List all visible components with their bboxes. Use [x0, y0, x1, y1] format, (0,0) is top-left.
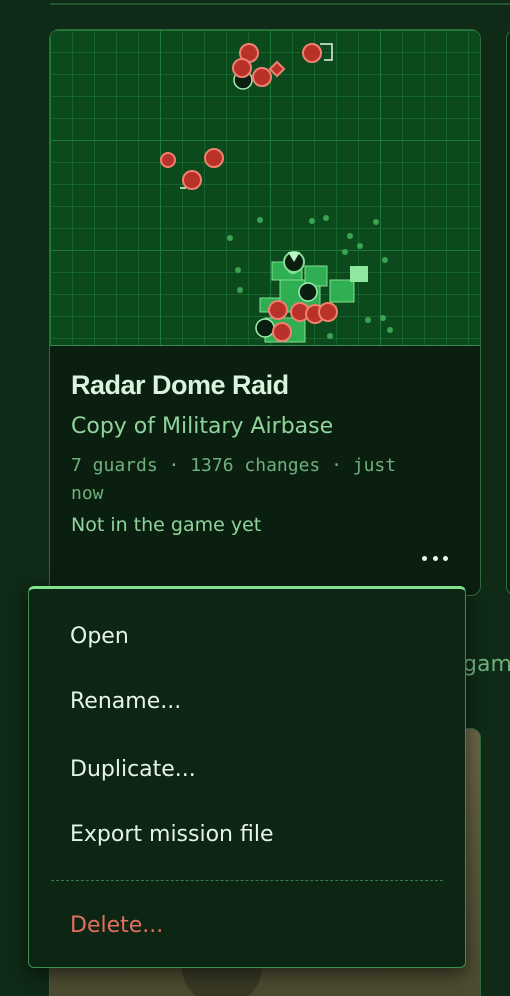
mission-status: Not in the game yet — [71, 514, 262, 536]
section-divider — [50, 3, 510, 5]
adjacent-card-text: gam — [463, 652, 510, 677]
mission-map-thumbnail — [50, 30, 480, 346]
menu-item-open[interactable]: Open — [70, 622, 129, 652]
adjacent-mission-card[interactable] — [506, 29, 510, 596]
menu-divider — [51, 880, 443, 881]
menu-item-rename[interactable]: Rename... — [70, 687, 181, 717]
dot-icon — [422, 555, 427, 561]
menu-item-duplicate[interactable]: Duplicate... — [70, 755, 196, 785]
menu-item-delete[interactable]: Delete... — [70, 911, 163, 941]
mission-meta: 7 guards · 1376 changes · just now — [71, 455, 397, 504]
map-markers — [160, 43, 393, 343]
mission-title: Radar Dome Raid — [71, 370, 289, 400]
mission-card[interactable]: Radar Dome Raid Copy of Military Airbase… — [49, 29, 481, 596]
mission-source: Copy of Military Airbase — [71, 414, 334, 439]
context-menu: Open Rename... Duplicate... Export missi… — [28, 586, 466, 968]
more-options-button[interactable] — [420, 548, 450, 568]
dot-icon — [443, 555, 448, 561]
menu-item-export[interactable]: Export mission file — [70, 820, 274, 850]
dot-icon — [432, 555, 438, 561]
